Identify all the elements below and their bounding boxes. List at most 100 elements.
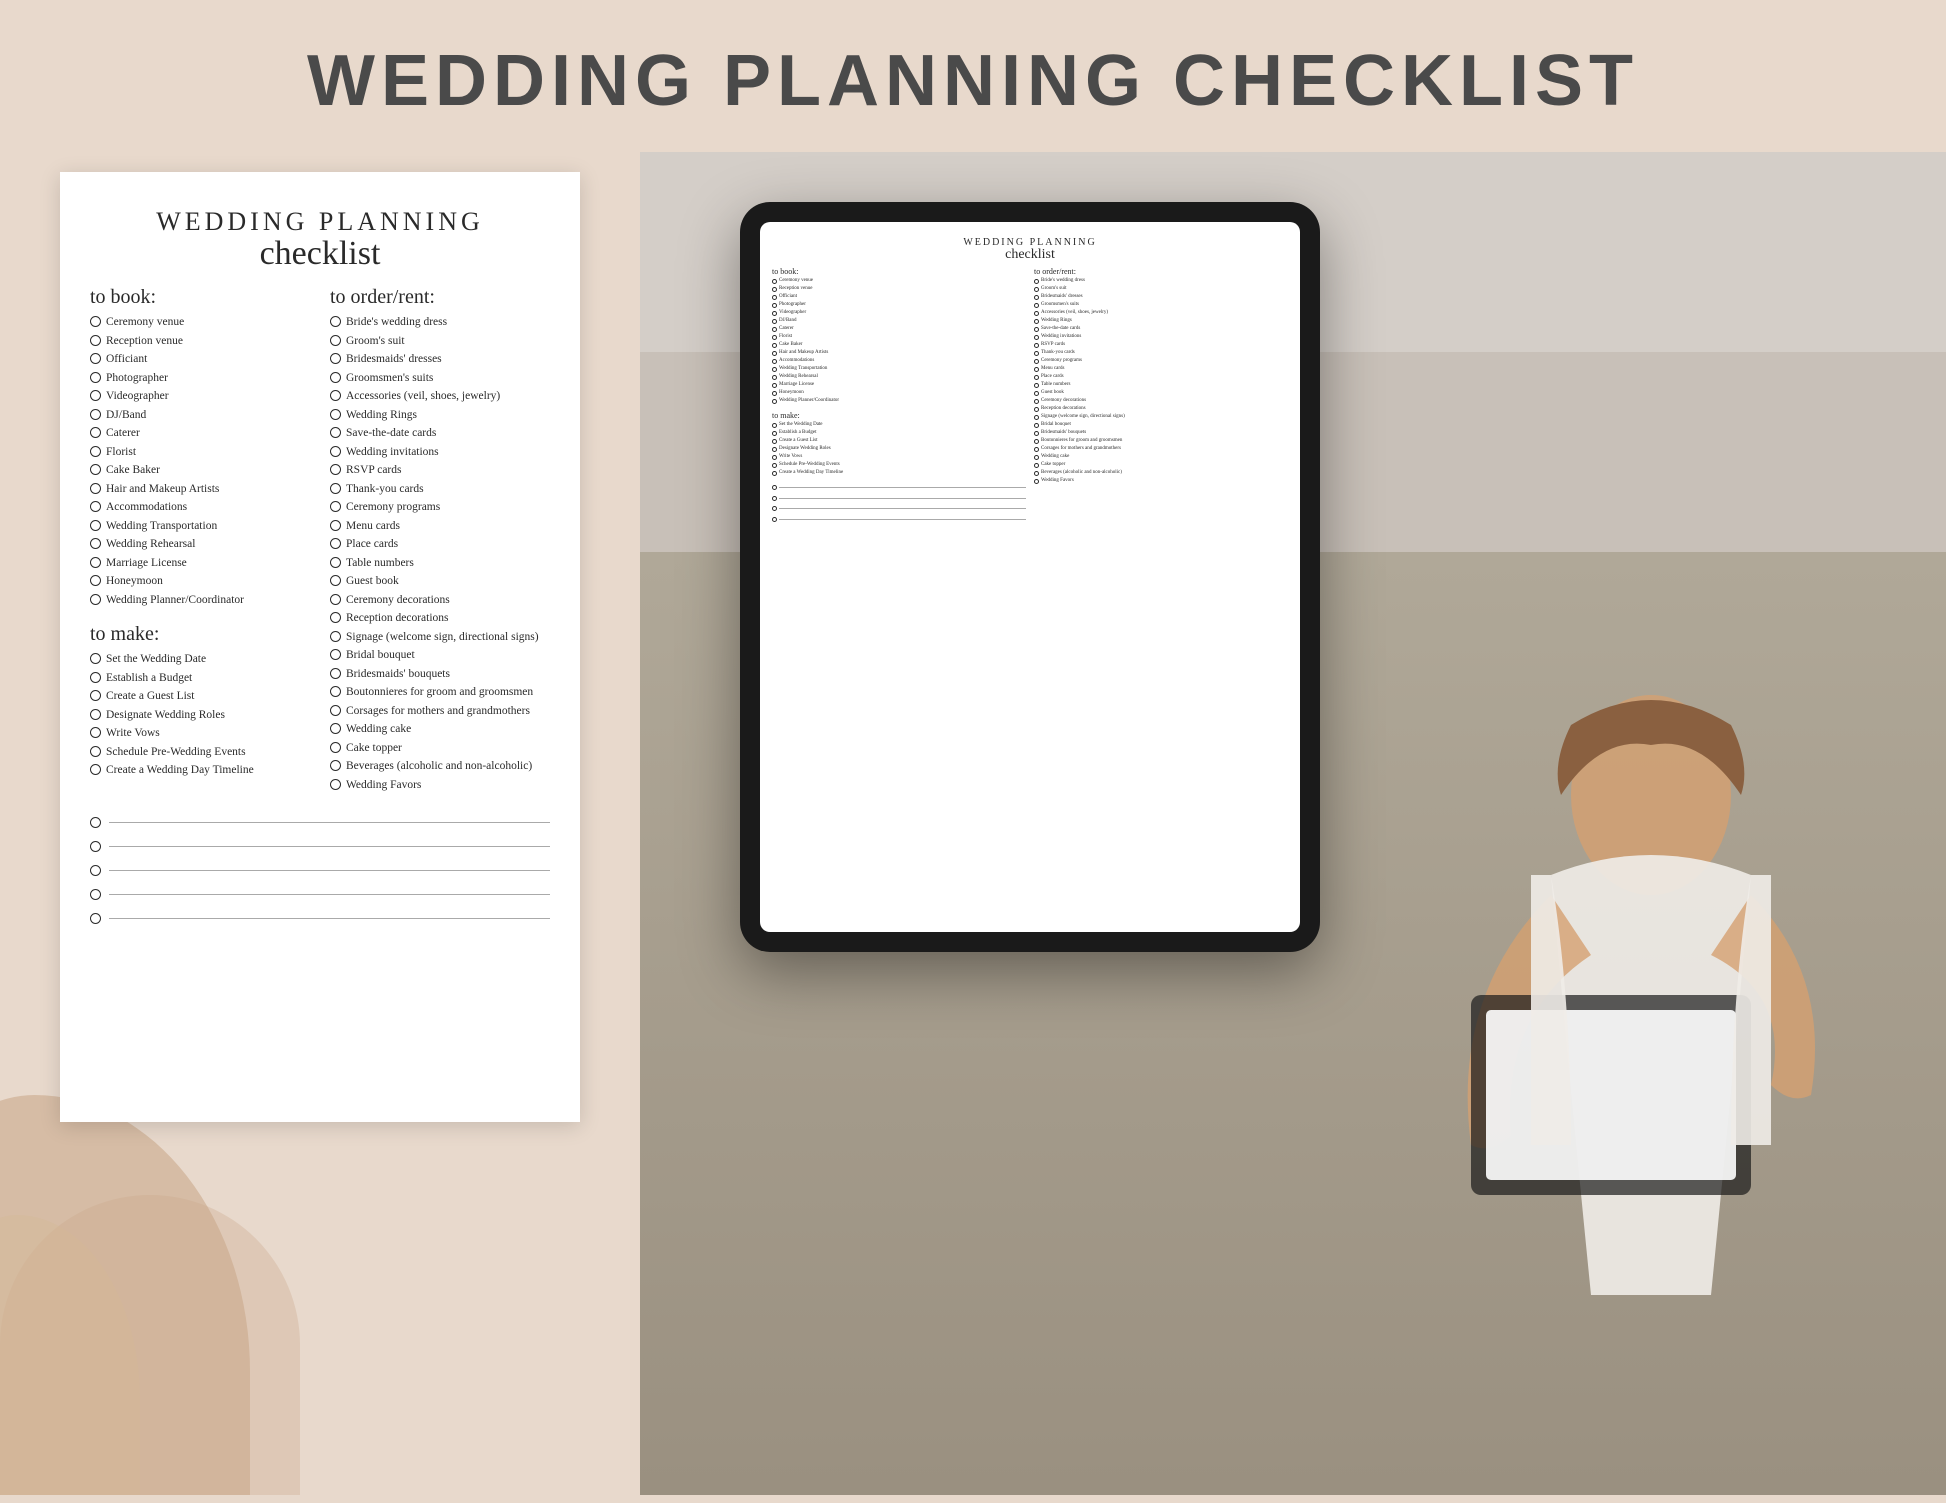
person-silhouette (1226, 595, 1946, 1495)
checkbox[interactable] (90, 594, 101, 605)
checkbox[interactable] (330, 538, 341, 549)
checkbox[interactable] (330, 501, 341, 512)
checkbox[interactable] (330, 723, 341, 734)
tablet-screen: Wedding Planning checklist to book: Cere… (760, 222, 1300, 932)
tablet-to-order: to order/rent: (1034, 267, 1288, 276)
list-item: Wedding Transportation (90, 519, 310, 535)
list-item: Bridesmaids' bouquets (330, 667, 550, 683)
checkbox[interactable] (330, 520, 341, 531)
to-order-rent-title: to order/rent: (330, 286, 550, 309)
checkbox[interactable] (90, 464, 101, 475)
checkbox[interactable] (90, 746, 101, 757)
list-item: Corsages for mothers and grandmothers (330, 704, 550, 720)
list-item: Ceremony decorations (330, 593, 550, 609)
checkbox[interactable] (90, 817, 101, 828)
checkbox[interactable] (90, 316, 101, 327)
tablet-list-item: Wedding cake (1034, 454, 1288, 461)
checkbox[interactable] (90, 690, 101, 701)
list-item: Reception decorations (330, 611, 550, 627)
checkbox[interactable] (90, 557, 101, 568)
checkbox[interactable] (90, 672, 101, 683)
checkbox[interactable] (90, 372, 101, 383)
checkbox[interactable] (330, 612, 341, 623)
tablet-list-item: RSVP cards (1034, 342, 1288, 349)
checkbox[interactable] (90, 483, 101, 494)
checkbox[interactable] (90, 865, 101, 876)
checkbox[interactable] (90, 653, 101, 664)
checkbox[interactable] (90, 538, 101, 549)
checkbox[interactable] (330, 779, 341, 790)
checkbox[interactable] (90, 390, 101, 401)
checkbox[interactable] (330, 372, 341, 383)
tablet-list-item: Reception venue (772, 286, 1026, 293)
list-item: Cake topper (330, 741, 550, 757)
checkbox[interactable] (330, 705, 341, 716)
checkbox[interactable] (90, 764, 101, 775)
left-panel: Wedding Planning checklist to book: Cere… (0, 152, 640, 1495)
checkbox[interactable] (330, 409, 341, 420)
tablet-list-item: Save-the-date cards (1034, 326, 1288, 333)
tablet-columns: to book: Ceremony venue Reception venue … (772, 267, 1288, 527)
checkbox[interactable] (330, 760, 341, 771)
checkbox[interactable] (90, 409, 101, 420)
blank-line (90, 816, 550, 828)
list-item: Wedding cake (330, 722, 550, 738)
checkbox[interactable] (330, 631, 341, 642)
checkbox[interactable] (90, 353, 101, 364)
checkbox[interactable] (330, 668, 341, 679)
checkbox[interactable] (90, 446, 101, 457)
checkbox[interactable] (90, 913, 101, 924)
checkbox[interactable] (90, 727, 101, 738)
checkbox[interactable] (90, 501, 101, 512)
tablet-list-item: Establish a Budget (772, 430, 1026, 437)
checkbox[interactable] (330, 594, 341, 605)
checkbox[interactable] (90, 841, 101, 852)
checkbox[interactable] (330, 335, 341, 346)
checkbox[interactable] (90, 575, 101, 586)
list-item: Thank-you cards (330, 482, 550, 498)
checkbox[interactable] (330, 686, 341, 697)
checkbox[interactable] (90, 709, 101, 720)
list-item: Establish a Budget (90, 671, 310, 687)
tablet-list-item: Signage (welcome sign, directional signs… (1034, 414, 1288, 421)
right-column: to order/rent: Bride's wedding dress Gro… (330, 286, 550, 796)
tablet-list-item: Cake Baker (772, 342, 1026, 349)
tablet-list-item: Groomsmen's suits (1034, 302, 1288, 309)
list-item: Create a Wedding Day Timeline (90, 763, 310, 779)
tablet-list-item: Florist (772, 334, 1026, 341)
checkbox[interactable] (330, 446, 341, 457)
tablet-list-item: Bride's wedding dress (1034, 278, 1288, 285)
tablet-right-col: to order/rent: Bride's wedding dress Gro… (1034, 267, 1288, 527)
checkbox[interactable] (330, 316, 341, 327)
checkbox[interactable] (330, 427, 341, 438)
tablet-list-item: Beverages (alcoholic and non-alcoholic) (1034, 470, 1288, 477)
tablet-list-item: Hair and Makeup Artists (772, 350, 1026, 357)
tablet-list-item: Accessories (veil, shoes, jewelry) (1034, 310, 1288, 317)
checkbox[interactable] (90, 427, 101, 438)
tablet-list-item: Menu cards (1034, 366, 1288, 373)
list-item: Guest book (330, 574, 550, 590)
checkbox[interactable] (330, 353, 341, 364)
blank-line (90, 864, 550, 876)
checkbox[interactable] (90, 520, 101, 531)
checkbox[interactable] (330, 390, 341, 401)
list-item: Create a Guest List (90, 689, 310, 705)
to-book-title: to book: (90, 286, 310, 309)
list-item: Bride's wedding dress (330, 315, 550, 331)
tablet-list-item: Accommodations (772, 358, 1026, 365)
tablet-list-item: Bridesmaids' dresses (1034, 294, 1288, 301)
list-item: Signage (welcome sign, directional signs… (330, 630, 550, 646)
checkbox[interactable] (90, 889, 101, 900)
list-item: Accessories (veil, shoes, jewelry) (330, 389, 550, 405)
tablet-list-item: Create a Wedding Day Timeline (772, 470, 1026, 477)
list-item: Place cards (330, 537, 550, 553)
checkbox[interactable] (330, 483, 341, 494)
checkbox[interactable] (90, 335, 101, 346)
checkbox[interactable] (330, 649, 341, 660)
checkbox[interactable] (330, 557, 341, 568)
checkbox[interactable] (330, 742, 341, 753)
checkbox[interactable] (330, 575, 341, 586)
tablet-list-item: Wedding Favors (1034, 478, 1288, 485)
list-item: Save-the-date cards (330, 426, 550, 442)
checkbox[interactable] (330, 464, 341, 475)
